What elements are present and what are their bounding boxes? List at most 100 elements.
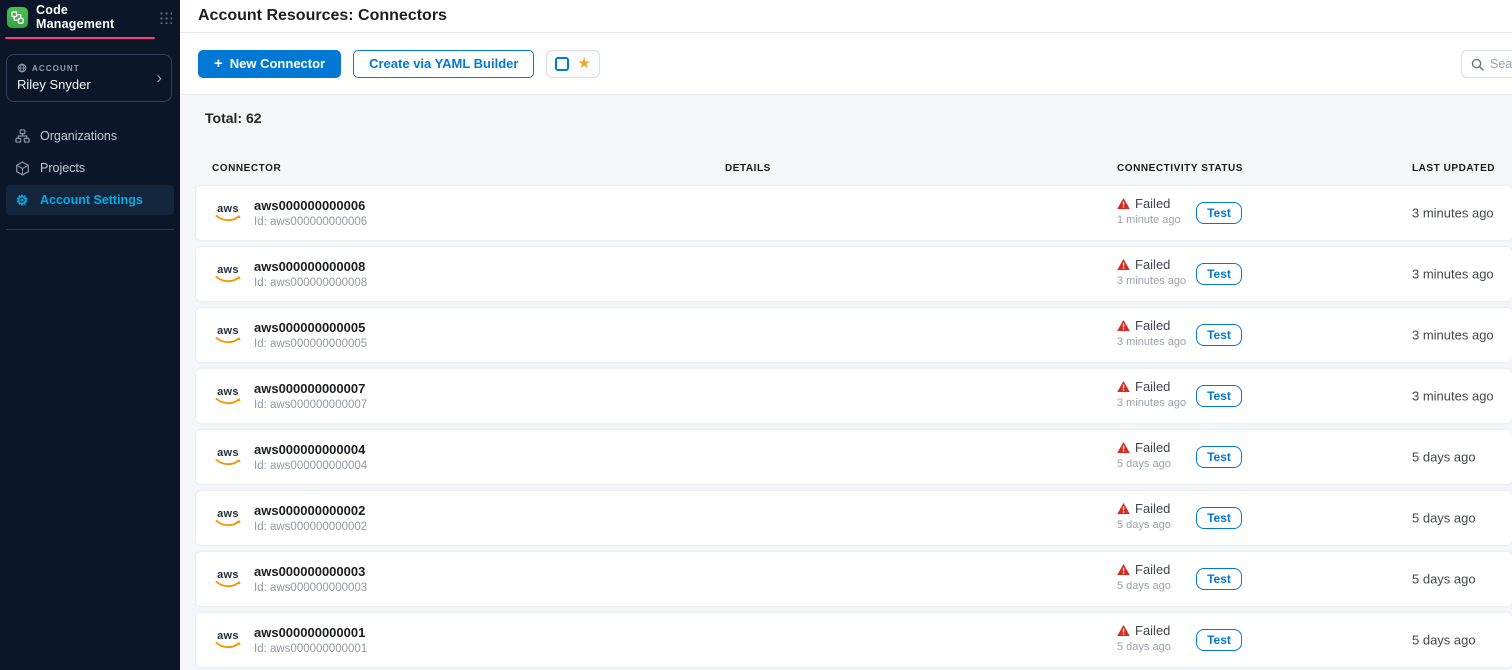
status-text: Failed: [1135, 623, 1170, 638]
aws-smile-icon: [214, 641, 242, 649]
aws-logo-icon: aws: [212, 387, 244, 405]
test-button[interactable]: Test: [1196, 263, 1242, 285]
test-button[interactable]: Test: [1196, 629, 1242, 651]
test-button[interactable]: Test: [1196, 202, 1242, 224]
account-label-row: ACCOUNT: [17, 63, 161, 73]
status-time: 3 minutes ago: [1117, 336, 1186, 348]
column-header-connector: CONNECTOR: [212, 163, 281, 174]
aws-logo-icon: aws: [212, 631, 244, 649]
warning-triangle-icon: [1117, 381, 1130, 392]
connector-cell: aws aws000000000006 Id: aws000000000006: [212, 186, 367, 240]
test-button[interactable]: Test: [1196, 324, 1242, 346]
star-icon[interactable]: ★: [577, 56, 590, 71]
status-time: 5 days ago: [1117, 519, 1171, 531]
sidebar-divider: [6, 229, 174, 230]
aws-smile-icon: [214, 519, 242, 527]
connector-id: Id: aws000000000006: [254, 216, 367, 228]
projects-icon: [14, 160, 30, 176]
new-connector-label: New Connector: [230, 56, 325, 71]
test-button[interactable]: Test: [1196, 568, 1242, 590]
connector-row[interactable]: aws aws000000000001 Id: aws000000000001 …: [196, 613, 1512, 667]
account-scope-selector[interactable]: ACCOUNT Riley Snyder ›: [6, 54, 172, 102]
connector-texts: aws000000000006 Id: aws000000000006: [254, 198, 367, 228]
connector-cell: aws aws000000000004 Id: aws000000000004: [212, 430, 367, 484]
organizations-icon: [14, 128, 30, 144]
connector-row[interactable]: aws aws000000000002 Id: aws000000000002 …: [196, 491, 1512, 545]
test-button[interactable]: Test: [1196, 507, 1242, 529]
aws-smile-icon: [214, 336, 242, 344]
aws-logo-icon: aws: [212, 265, 244, 283]
status-text: Failed: [1135, 562, 1170, 577]
last-updated: 3 minutes ago: [1412, 328, 1494, 343]
connectivity-status-cell: Failed 3 minutes ago: [1117, 318, 1186, 348]
status-text: Failed: [1135, 379, 1170, 394]
warning-triangle-icon: [1117, 320, 1130, 331]
create-yaml-builder-button[interactable]: Create via YAML Builder: [353, 50, 534, 78]
test-button[interactable]: Test: [1196, 446, 1242, 468]
last-updated: 5 days ago: [1412, 450, 1476, 465]
connector-name: aws000000000008: [254, 259, 367, 275]
connector-row[interactable]: aws aws000000000005 Id: aws000000000005 …: [196, 308, 1512, 362]
status-time: 1 minute ago: [1117, 214, 1181, 226]
connector-cell: aws aws000000000001 Id: aws000000000001: [212, 613, 367, 667]
sidebar-item-account-settings[interactable]: ⚙ Account Settings: [6, 185, 174, 215]
gear-icon: ⚙: [14, 192, 30, 208]
connector-name: aws000000000007: [254, 381, 367, 397]
connector-row[interactable]: aws aws000000000007 Id: aws000000000007 …: [196, 369, 1512, 423]
aws-smile-icon: [214, 214, 242, 222]
last-updated: 5 days ago: [1412, 511, 1476, 526]
test-button[interactable]: Test: [1196, 385, 1242, 407]
aws-smile-icon: [214, 397, 242, 405]
pipeline-glyph-icon: [11, 11, 24, 24]
status-time: 5 days ago: [1117, 641, 1171, 653]
connector-name: aws000000000002: [254, 503, 367, 519]
sidebar-item-projects[interactable]: Projects: [6, 153, 174, 183]
aws-logo-icon: aws: [212, 509, 244, 527]
warning-triangle-icon: [1117, 564, 1130, 575]
connector-row[interactable]: aws aws000000000003 Id: aws000000000003 …: [196, 552, 1512, 606]
aws-smile-icon: [214, 458, 242, 466]
status-time: 3 minutes ago: [1117, 397, 1186, 409]
status-time: 3 minutes ago: [1117, 275, 1186, 287]
status-text: Failed: [1135, 196, 1170, 211]
app-switcher-grid-icon[interactable]: [158, 10, 172, 24]
aws-logo-icon: aws: [212, 204, 244, 222]
connector-name: aws000000000003: [254, 564, 367, 580]
account-scope-icon: [17, 63, 27, 73]
connector-name: aws000000000006: [254, 198, 367, 214]
status-row: Failed: [1117, 257, 1186, 272]
connector-texts: aws000000000005 Id: aws000000000005: [254, 320, 367, 350]
favorites-checkbox[interactable]: [555, 57, 569, 71]
connector-row[interactable]: aws aws000000000006 Id: aws000000000006 …: [196, 186, 1512, 240]
connectivity-status-cell: Failed 1 minute ago: [1117, 196, 1181, 226]
connector-row[interactable]: aws aws000000000004 Id: aws000000000004 …: [196, 430, 1512, 484]
last-updated: 5 days ago: [1412, 572, 1476, 587]
status-row: Failed: [1117, 196, 1181, 211]
total-value: 62: [246, 110, 262, 126]
connectivity-status-cell: Failed 5 days ago: [1117, 501, 1171, 531]
connector-cell: aws aws000000000002 Id: aws000000000002: [212, 491, 367, 545]
search-input[interactable]: [1490, 57, 1512, 71]
connector-row[interactable]: aws aws000000000008 Id: aws000000000008 …: [196, 247, 1512, 301]
sidebar-item-label: Account Settings: [40, 193, 143, 207]
new-connector-button[interactable]: + New Connector: [198, 50, 341, 78]
status-time: 5 days ago: [1117, 580, 1171, 592]
connector-name: aws000000000004: [254, 442, 367, 458]
connector-list: aws aws000000000006 Id: aws000000000006 …: [196, 186, 1512, 670]
status-text: Failed: [1135, 318, 1170, 333]
aws-smile-icon: [214, 275, 242, 283]
sidebar-item-organizations[interactable]: Organizations: [6, 121, 174, 151]
last-updated: 3 minutes ago: [1412, 206, 1494, 221]
table-header: CONNECTOR DETAILS CONNECTIVITY STATUS LA…: [196, 163, 1512, 177]
connector-texts: aws000000000004 Id: aws000000000004: [254, 442, 367, 472]
status-row: Failed: [1117, 318, 1186, 333]
plus-icon: +: [214, 56, 223, 71]
sidebar-item-label: Organizations: [40, 129, 117, 143]
connector-cell: aws aws000000000003 Id: aws000000000003: [212, 552, 367, 606]
connector-cell: aws aws000000000007 Id: aws000000000007: [212, 369, 367, 423]
sidebar-header: Code Management: [0, 0, 180, 31]
main-panel: Account Resources: Connectors + New Conn…: [180, 0, 1512, 670]
code-management-logo-icon[interactable]: [7, 7, 28, 28]
aws-logo-icon: aws: [212, 326, 244, 344]
status-row: Failed: [1117, 379, 1186, 394]
